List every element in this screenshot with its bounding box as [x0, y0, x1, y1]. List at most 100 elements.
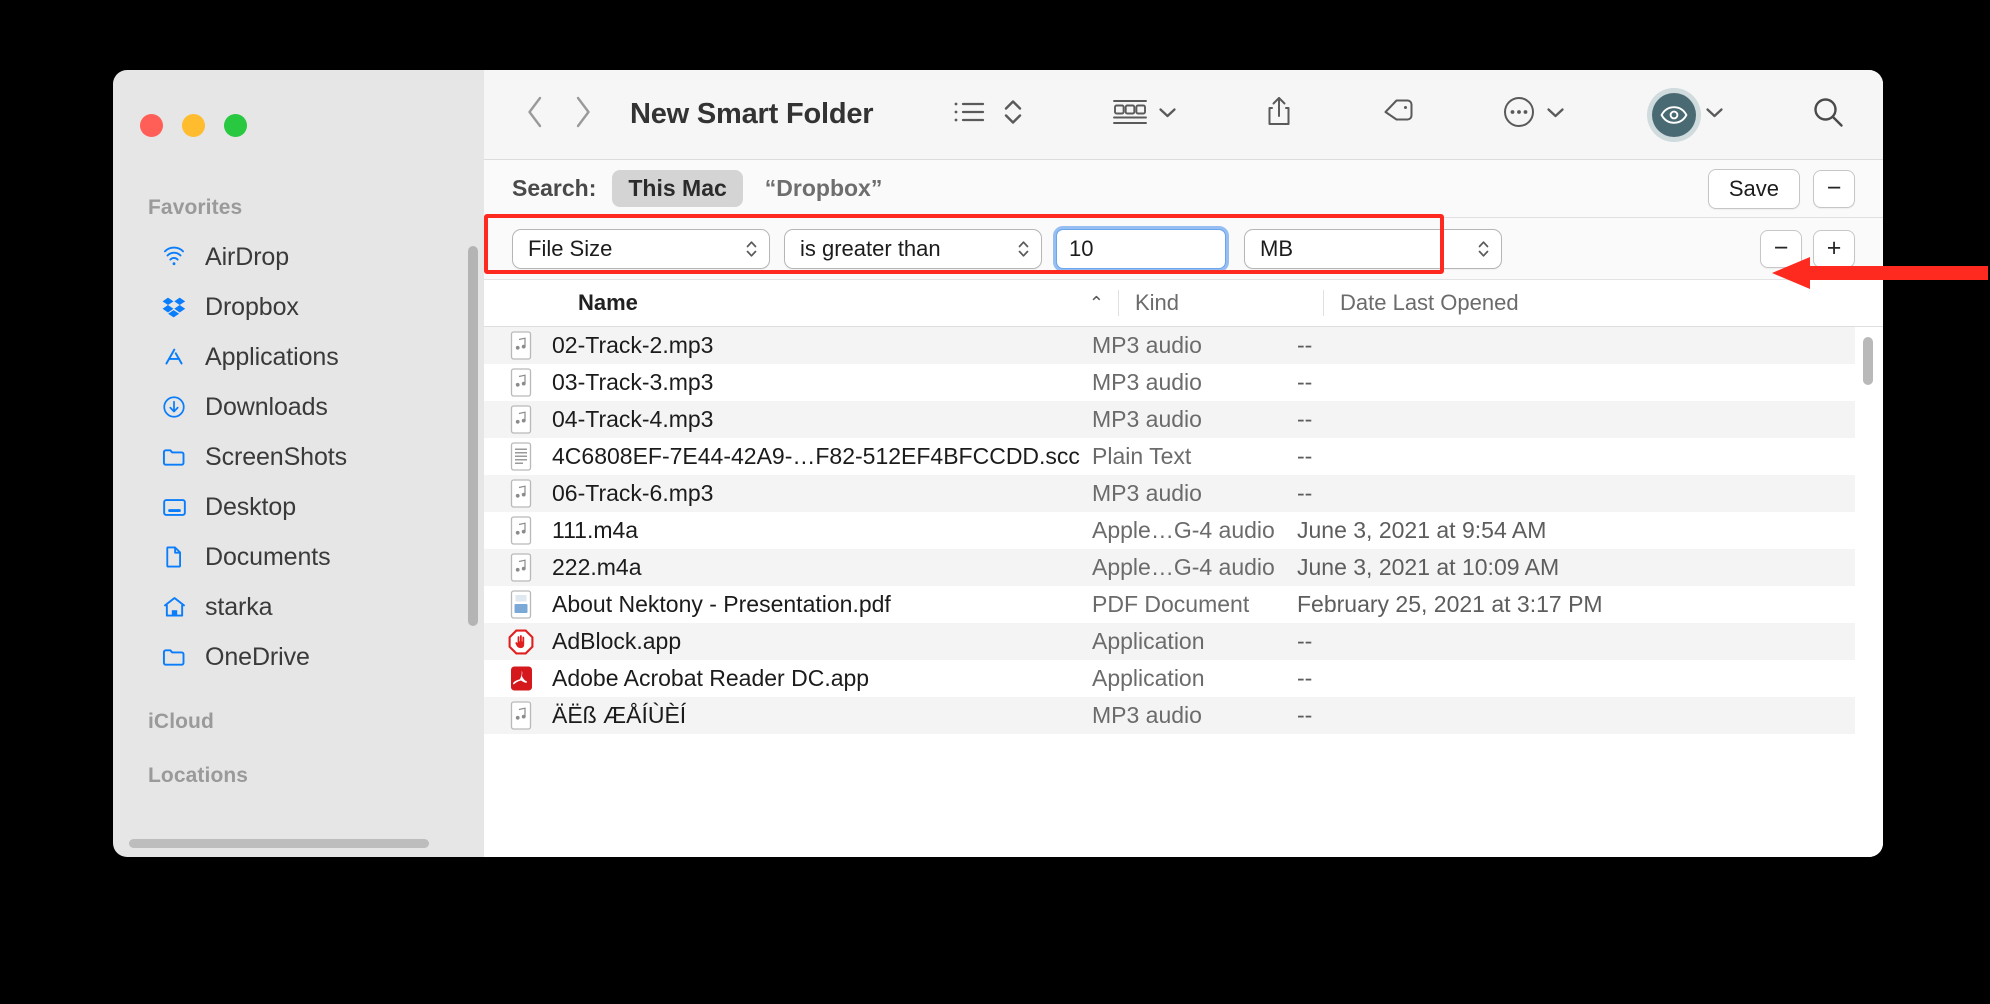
traffic-lights	[140, 114, 247, 137]
scope-this-mac[interactable]: This Mac	[612, 170, 743, 207]
file-date: --	[1297, 665, 1313, 691]
table-row[interactable]: 4C6808EF-7E44-42A9-…F82-512EF4BFCCDD.scc…	[484, 438, 1883, 475]
file-date: June 3, 2021 at 9:54 AM	[1297, 517, 1547, 543]
table-row[interactable]: Adobe Acrobat Reader DC.app Application …	[484, 660, 1883, 697]
file-kind: Application	[1092, 665, 1205, 691]
file-kind: MP3 audio	[1092, 369, 1202, 395]
sidebar-item-desktop[interactable]: Desktop	[125, 484, 472, 530]
back-button[interactable]	[524, 95, 546, 134]
table-row[interactable]: 222.m4a Apple…G-4 audio June 3, 2021 at …	[484, 549, 1883, 586]
sidebar-item-documents[interactable]: Documents	[125, 534, 472, 580]
file-list-scrollbar[interactable]	[1863, 337, 1873, 385]
annotation-arrow-icon	[1772, 257, 1988, 289]
sidebar-item-onedrive[interactable]: OneDrive	[125, 634, 472, 680]
file-kind: Apple…G-4 audio	[1092, 554, 1275, 580]
unit-select[interactable]: MB	[1244, 228, 1502, 269]
group-by-icon	[1111, 96, 1149, 133]
file-kind: MP3 audio	[1092, 480, 1202, 506]
share-button[interactable]	[1256, 92, 1302, 138]
music-file-icon	[508, 552, 534, 583]
sidebar-item-applications[interactable]: Applications	[125, 334, 472, 380]
sidebar-item-label: ScreenShots	[205, 442, 348, 471]
chevron-updown-icon	[1477, 238, 1490, 260]
file-name: About Nektony - Presentation.pdf	[552, 591, 891, 617]
sidebar-item-label: Applications	[205, 342, 339, 371]
table-row[interactable]: AdBlock.app Application --	[484, 623, 1883, 660]
sidebar-group-favorites-title: Favorites	[148, 196, 243, 219]
sidebar-item-label: AirDrop	[205, 242, 290, 271]
share-icon	[1264, 94, 1294, 135]
search-button[interactable]	[1803, 92, 1853, 138]
save-button[interactable]: Save	[1707, 168, 1800, 209]
sort-order-button[interactable]	[994, 92, 1032, 138]
chevron-updown-icon	[1017, 238, 1030, 260]
file-date: --	[1297, 702, 1313, 728]
quicklook-button[interactable]	[1644, 92, 1732, 138]
column-header-kind[interactable]: Kind	[1118, 290, 1323, 316]
column-header-date[interactable]: Date Last Opened	[1323, 290, 1883, 316]
tag-button[interactable]	[1373, 92, 1423, 138]
sidebar-item-airdrop[interactable]: AirDrop	[125, 234, 472, 280]
sidebar-item-starka[interactable]: starka	[125, 584, 472, 630]
close-button[interactable]	[140, 114, 163, 137]
value-input[interactable]: 10	[1053, 225, 1229, 272]
file-date: --	[1297, 480, 1313, 506]
remove-search-button[interactable]: −	[1813, 169, 1855, 208]
minimize-button[interactable]	[182, 114, 205, 137]
maximize-button[interactable]	[224, 114, 247, 137]
file-name: AdBlock.app	[552, 628, 682, 654]
view-mode-button[interactable]	[944, 92, 994, 138]
table-row[interactable]: 111.m4a Apple…G-4 audio June 3, 2021 at …	[484, 512, 1883, 549]
file-name: 03-Track-3.mp3	[552, 369, 714, 395]
table-row[interactable]: About Nektony - Presentation.pdf PDF Doc…	[484, 586, 1883, 623]
downloads-icon	[160, 393, 188, 421]
sidebar-scrollbar-horizontal[interactable]	[129, 839, 429, 848]
sidebar-item-label: Downloads	[205, 392, 328, 421]
chevron-down-icon	[1546, 106, 1565, 124]
file-name: 222.m4a	[552, 554, 642, 580]
file-date: June 3, 2021 at 10:09 AM	[1297, 554, 1560, 580]
main-pane: New Smart Folder Search: This Mac “Dropb…	[484, 70, 1883, 857]
operator-select[interactable]: is greater than	[784, 228, 1042, 269]
page-title: New Smart Folder	[630, 98, 874, 130]
file-kind: PDF Document	[1092, 591, 1250, 617]
file-name: 04-Track-4.mp3	[552, 406, 714, 432]
forward-button[interactable]	[572, 95, 594, 134]
attribute-select[interactable]: File Size	[512, 228, 770, 269]
sidebar-item-downloads[interactable]: Downloads	[125, 384, 472, 430]
adblock-icon	[508, 626, 534, 657]
unit-value: MB	[1260, 235, 1293, 261]
table-row[interactable]: 04-Track-4.mp3 MP3 audio --	[484, 401, 1883, 438]
group-by-button[interactable]	[1103, 92, 1185, 138]
sidebar-item-screenshots[interactable]: ScreenShots	[125, 434, 472, 480]
more-actions-button[interactable]	[1493, 92, 1573, 138]
column-header-name[interactable]: Name ⌃	[578, 290, 1118, 316]
column-headers: Name ⌃ Kind Date Last Opened	[484, 280, 1883, 327]
file-name: Adobe Acrobat Reader DC.app	[552, 665, 870, 691]
chevron-down-icon	[1705, 106, 1724, 124]
list-right-gutter	[1855, 327, 1883, 857]
sidebar-item-label: Desktop	[205, 492, 297, 521]
dropbox-icon	[160, 293, 188, 321]
home-icon	[160, 593, 188, 621]
sort-chevrons-icon	[1002, 96, 1024, 133]
music-file-icon	[508, 404, 534, 435]
list-view-icon	[952, 98, 986, 131]
sidebar-scrollbar-vertical[interactable]	[468, 246, 478, 626]
criteria-row: File Size is greater than 10 MB − +	[484, 214, 1883, 280]
file-date: --	[1297, 332, 1313, 358]
table-row[interactable]: ÄËß ÆÅÍÙÈÍ MP3 audio --	[484, 697, 1883, 734]
sidebar-scroll-area: Favorites AirDrop Dropbox Applications D…	[113, 166, 484, 857]
music-file-icon	[508, 330, 534, 361]
file-date: --	[1297, 443, 1313, 469]
music-file-icon	[508, 700, 534, 731]
airdrop-icon	[160, 243, 188, 271]
table-row[interactable]: 02-Track-2.mp3 MP3 audio --	[484, 327, 1883, 364]
column-header-name-label: Name	[578, 290, 638, 315]
scope-dropbox[interactable]: “Dropbox”	[765, 175, 883, 202]
table-row[interactable]: 03-Track-3.mp3 MP3 audio --	[484, 364, 1883, 401]
table-row[interactable]: 06-Track-6.mp3 MP3 audio --	[484, 475, 1883, 512]
sidebar-item-dropbox[interactable]: Dropbox	[125, 284, 472, 330]
search-icon	[1811, 95, 1845, 134]
file-name: ÄËß ÆÅÍÙÈÍ	[552, 702, 687, 728]
